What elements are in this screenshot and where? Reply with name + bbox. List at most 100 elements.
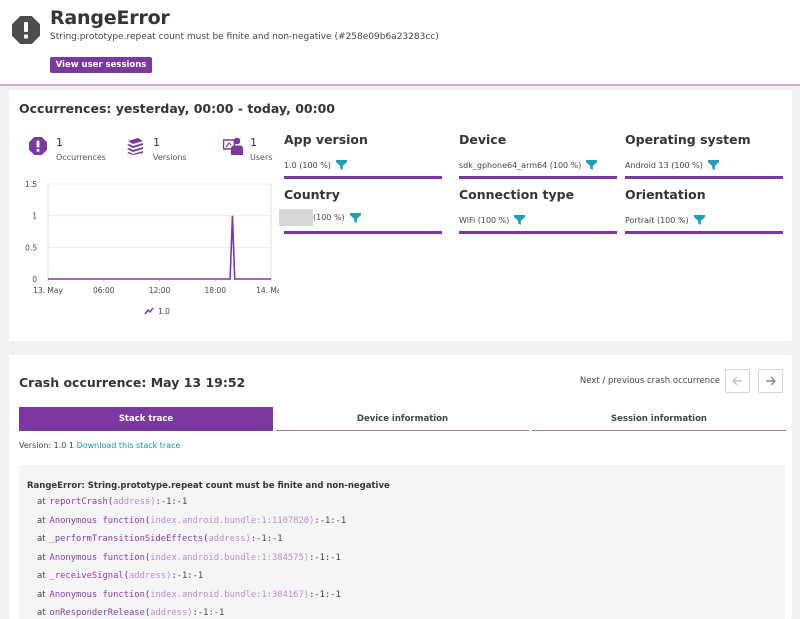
frame-position: :-1:-1 xyxy=(314,515,347,526)
facet-bar xyxy=(625,231,783,234)
stack-frame: at _receiveSignal(address):-1:-1 xyxy=(27,571,785,590)
error-octagon-icon xyxy=(12,16,40,44)
facet-value-text: sdk_gphone64_arm64 (100 %) xyxy=(459,160,582,170)
facet-title: Country xyxy=(284,187,340,202)
frame-function: _performTransitionSideEffects xyxy=(49,534,204,544)
occurrences-title: Occurrences: yesterday, 00:00 - today, 0… xyxy=(19,101,335,116)
facet-bar xyxy=(459,176,617,179)
stack-trace-error: RangeError: String.prototype.repeat coun… xyxy=(27,481,390,491)
frame-function: _receiveSignal xyxy=(49,571,124,581)
stat-occurrences: 1 Occurrences xyxy=(29,136,126,167)
facet-value-text: WiFi (100 %) xyxy=(459,215,510,225)
filter-icon[interactable] xyxy=(707,160,719,170)
stack-trace-box: RangeError: String.prototype.repeat coun… xyxy=(19,465,785,619)
frame-at: at xyxy=(37,589,46,600)
frame-location: index.android.bundle:1:1107820 xyxy=(150,515,310,526)
stat-label: Users xyxy=(250,153,273,162)
filter-icon[interactable] xyxy=(335,160,347,170)
frame-function: Anonymous function xyxy=(49,552,145,563)
legend-line-icon xyxy=(144,307,154,315)
frame-function: onResponderRelease xyxy=(49,608,145,618)
facet-app-version: App version 1.0 (100 %) xyxy=(284,132,442,180)
facet-value: (100 %) xyxy=(279,209,361,226)
filter-icon[interactable] xyxy=(514,215,526,225)
facet-value: sdk_gphone64_arm64 (100 %) xyxy=(459,160,598,170)
filter-icon[interactable] xyxy=(693,215,705,225)
crash-occurrence-title: Crash occurrence: May 13 19:52 xyxy=(19,375,246,390)
arrow-left-icon xyxy=(732,376,742,386)
legend-label: 1.0 xyxy=(158,307,170,316)
filter-icon[interactable] xyxy=(349,212,361,223)
tab-session-information[interactable]: Session information xyxy=(532,407,786,431)
stat-value: 1 xyxy=(56,136,63,149)
frame-position: :-1:-1 xyxy=(155,497,188,507)
frame-position: :-1:-1 xyxy=(309,589,341,600)
page-scrollbar[interactable] xyxy=(792,88,800,619)
facet-title: Orientation xyxy=(625,187,706,202)
layers-stack-icon xyxy=(127,138,143,155)
frame-at: at xyxy=(37,497,46,507)
stat-label: Versions xyxy=(153,153,187,162)
nav-label: Next / previous crash occurrence xyxy=(579,376,720,386)
y-tick-label: 1 xyxy=(32,212,37,221)
facet-value: 1.0 (100 %) xyxy=(284,160,347,170)
frame-position: :-1:-1 xyxy=(250,534,283,544)
frame-position: :-1:-1 xyxy=(309,552,341,563)
facet-title: Connection type xyxy=(459,187,575,202)
x-tick-label: 14. May xyxy=(256,286,279,295)
frame-location: address xyxy=(129,571,167,581)
frame-at: at xyxy=(37,534,46,544)
plot-frame xyxy=(47,183,272,280)
frame-at: at xyxy=(37,608,46,618)
frame-location: index.android.bundle:1:384575 xyxy=(150,552,304,563)
stack-frames: at reportCrash(address):-1:-1 at Anonymous … xyxy=(27,497,785,619)
download-stack-trace-link[interactable]: Download this stack trace xyxy=(77,441,181,450)
facet-orientation: Orientation Portrait (100 %) xyxy=(625,187,783,235)
x-tick-label: 13. May xyxy=(33,286,63,295)
facet-value-text: 1.0 (100 %) xyxy=(284,160,331,170)
frame-location: address xyxy=(208,534,246,544)
filter-icon[interactable] xyxy=(586,160,598,170)
tab-device-information[interactable]: Device information xyxy=(276,407,529,431)
redacted-country xyxy=(279,209,313,226)
stack-frame: at Anonymous function(index.android.bundl… xyxy=(27,516,785,535)
view-user-sessions-button[interactable]: View user sessions xyxy=(50,57,152,73)
stat-label: Occurrences xyxy=(56,153,106,162)
exclamation-octagon-icon xyxy=(29,137,47,155)
frame-function: Anonymous function xyxy=(49,515,145,526)
y-tick-label: 1.5 xyxy=(25,180,37,189)
facet-bar xyxy=(284,176,442,179)
version-line: Version: 1.0 1 Download this stack trace xyxy=(19,441,180,450)
frame-position: :-1:-1 xyxy=(171,571,204,581)
previous-crash-button[interactable] xyxy=(725,369,750,393)
stat-value: 1 xyxy=(153,136,160,149)
occurrences-panel: Occurrences: yesterday, 00:00 - today, 0… xyxy=(9,90,792,341)
frame-function: Anonymous function xyxy=(49,589,145,600)
y-tick-label: 0.5 xyxy=(25,243,37,252)
facet-device: Device sdk_gphone64_arm64 (100 %) xyxy=(459,132,617,180)
stack-frame: at Anonymous function(index.android.bundl… xyxy=(27,553,785,572)
facet-connection-type: Connection type WiFi (100 %) xyxy=(459,187,617,235)
frame-at: at xyxy=(37,571,46,581)
facet-bar xyxy=(459,231,617,234)
arrow-right-icon xyxy=(766,376,776,386)
tab-stack-trace[interactable]: Stack trace xyxy=(19,407,273,431)
facet-country: Country (100 %) xyxy=(279,187,442,235)
occurrences-chart: 0 0.5 1 1.5 13. May 06:00 12:00 18:00 14. May 1.0 xyxy=(25,180,279,316)
frame-at: at xyxy=(37,515,46,526)
error-title: RangeError xyxy=(50,7,170,29)
facet-value: Portrait (100 %) xyxy=(625,215,705,225)
frame-at: at xyxy=(37,552,46,563)
stack-frame: at onResponderRelease(address):-1:-1 xyxy=(27,608,785,619)
stats-row: 1 Occurrences 1 Versions 1 Users xyxy=(29,136,320,167)
version-text: Version: 1.0 1 xyxy=(19,441,75,450)
facet-bar xyxy=(625,176,783,179)
facet-value: Android 13 (100 %) xyxy=(625,160,719,170)
facet-title: Device xyxy=(459,132,507,147)
stack-frame: at reportCrash(address):-1:-1 xyxy=(27,497,785,516)
next-crash-button[interactable] xyxy=(758,369,783,393)
facet-value-text: Android 13 (100 %) xyxy=(625,160,703,170)
user-screen-icon xyxy=(223,137,243,155)
facet-bar xyxy=(284,231,442,234)
frame-position: :-1:-1 xyxy=(192,608,225,618)
